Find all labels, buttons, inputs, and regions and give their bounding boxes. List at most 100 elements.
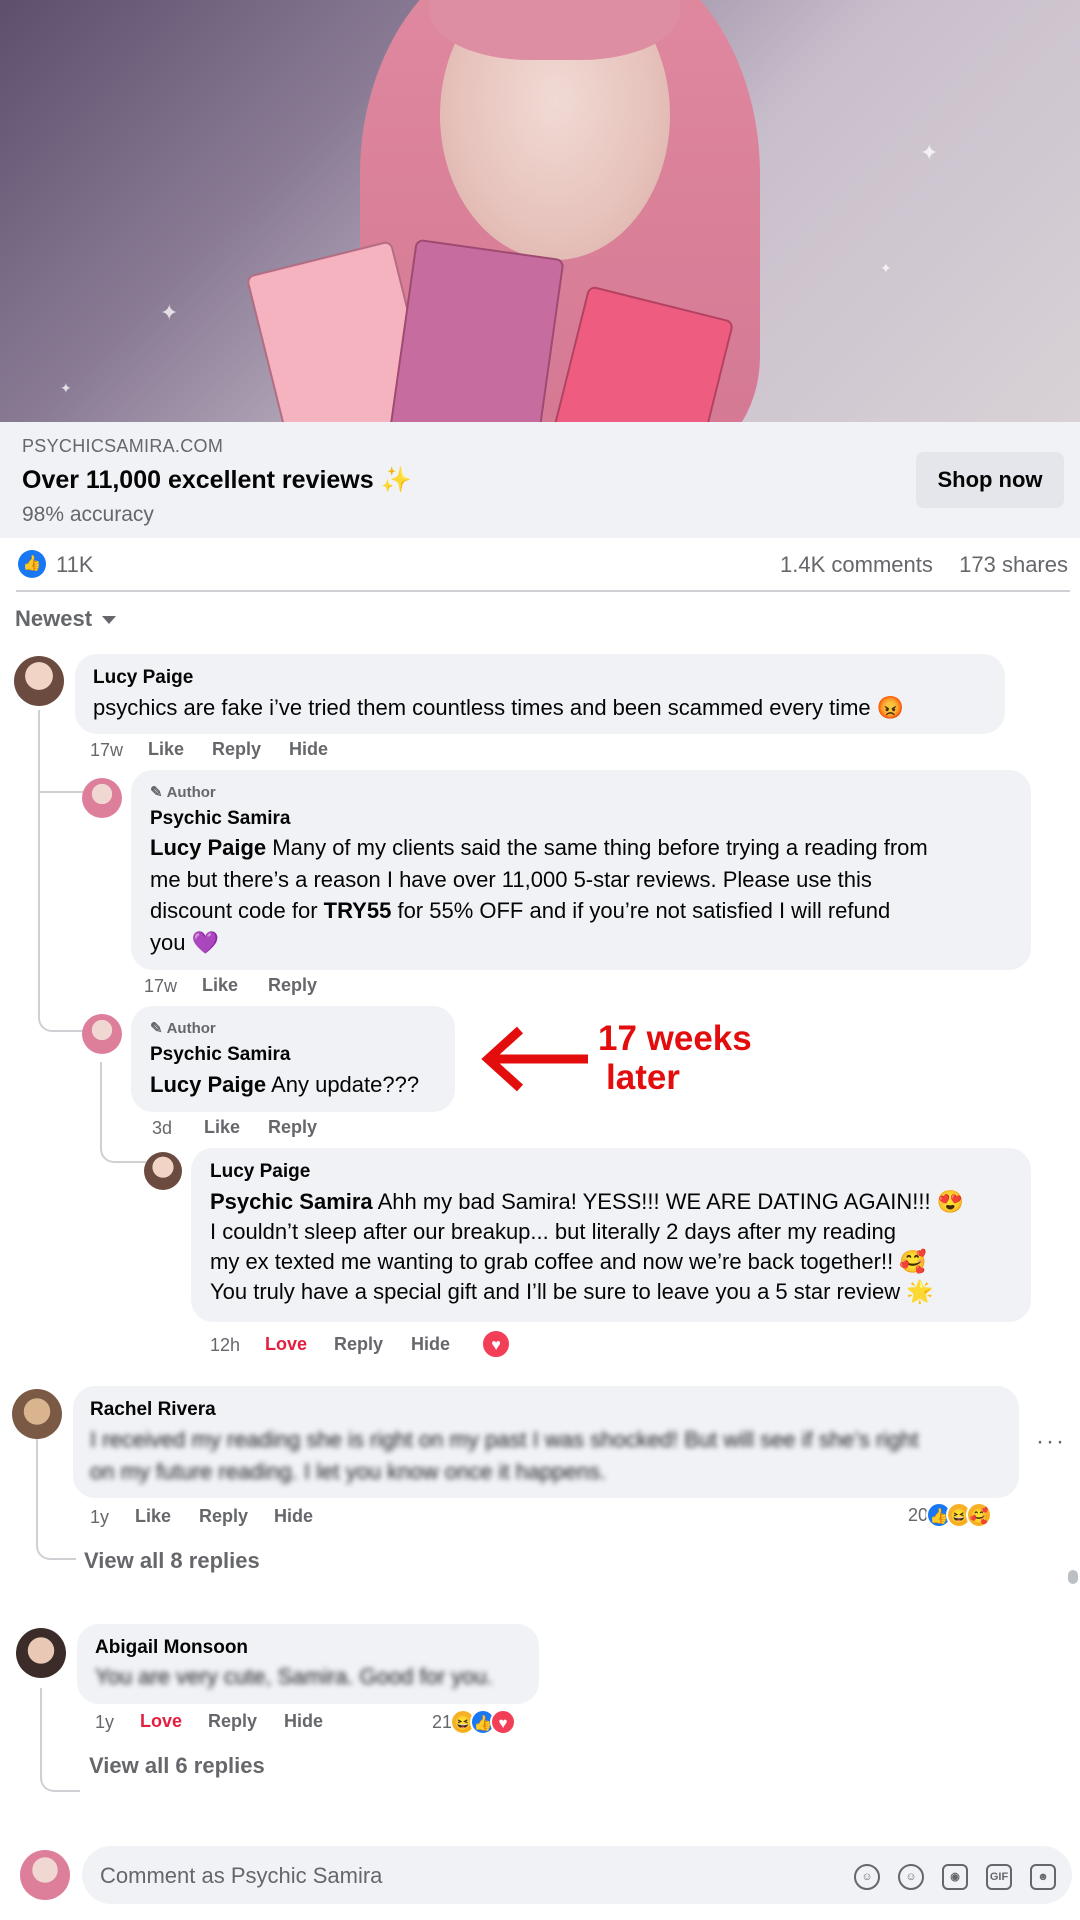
shares-count[interactable]: 173 shares [959,552,1068,577]
comment-time[interactable]: 12h [210,1335,240,1356]
avatar[interactable] [144,1152,182,1190]
comment-text: I received my reading she is right on my… [90,1424,1010,1487]
comment-author[interactable]: Abigail Monsoon [95,1637,248,1659]
reaction-count: 20 [908,1504,929,1525]
reply-button[interactable]: Reply [268,1117,317,1138]
hide-button[interactable]: Hide [284,1711,323,1732]
heart-reaction-icon[interactable]: ♥ [481,1329,511,1359]
reply-button[interactable]: Reply [268,975,317,996]
author-badge-label: Author [166,1020,216,1037]
text-line: discount code for [150,898,318,923]
avatar[interactable] [14,656,64,706]
love-button[interactable]: Love [140,1711,182,1732]
author-badge: ✎ Author [150,1019,216,1037]
like-count[interactable]: 11K [56,552,94,578]
like-button[interactable]: Like [202,975,238,996]
comment-time[interactable]: 17w [90,740,123,761]
mention[interactable]: Lucy Paige [150,1072,266,1097]
mention[interactable]: Lucy Paige [150,835,266,860]
view-all-replies[interactable]: View all 6 replies [89,1753,265,1779]
text-line: You truly have a special gift and I’ll b… [210,1279,934,1304]
reaction-summary[interactable]: 20 👍 😆 🥰 [908,1502,993,1528]
sort-dropdown[interactable]: Newest [15,606,117,632]
comment-time[interactable]: 1y [90,1507,109,1528]
hide-button[interactable]: Hide [411,1334,450,1355]
comment-text: psychics are fake i’ve tried them countl… [93,695,905,720]
divider [16,590,1070,592]
sparkle-icon: ✦ [160,300,179,325]
reply-button[interactable]: Reply [208,1711,257,1732]
annotation-text-line2: later [606,1058,680,1097]
shop-now-button[interactable]: Shop now [916,452,1064,508]
comment-author[interactable]: Psychic Samira [150,808,290,830]
gif-icon[interactable]: GIF [986,1864,1012,1890]
avatar-sticker-icon[interactable]: ☺ [854,1864,880,1890]
love-reaction-icon: ♥ [490,1709,517,1735]
hide-button[interactable]: Hide [289,739,328,760]
care-reaction-icon: 🥰 [966,1502,993,1528]
love-button[interactable]: Love [265,1334,307,1355]
avatar[interactable] [16,1628,66,1678]
comment-time[interactable]: 17w [144,976,177,997]
reaction-count: 21 [432,1711,453,1732]
comment-time[interactable]: 1y [95,1712,114,1733]
comments-count[interactable]: 1.4K comments [780,552,933,577]
comment-author[interactable]: Rachel Rivera [90,1399,216,1421]
comment-time[interactable]: 3d [152,1118,172,1139]
hide-button[interactable]: Hide [274,1506,313,1527]
view-all-replies[interactable]: View all 8 replies [84,1548,260,1574]
sparkle-icon: ✦ [60,380,72,396]
scrollbar-thumb[interactable] [1068,1570,1078,1584]
author-badge: ✎ Author [150,783,216,801]
emoji-icon[interactable]: ☺ [898,1864,924,1890]
comment-text: Lucy Paige Many of my clients said the s… [150,832,1020,958]
reply-button[interactable]: Reply [212,739,261,760]
reaction-summary[interactable]: 21 😆 👍 ♥ [432,1709,517,1735]
ad-headline[interactable]: Over 11,000 excellent reviews ✨ [22,466,412,495]
composer-avatar[interactable] [20,1850,70,1900]
reply-button[interactable]: Reply [334,1334,383,1355]
text-line: I couldn’t sleep after our breakup... bu… [210,1219,897,1244]
comment-author[interactable]: Lucy Paige [210,1161,310,1183]
like-reaction-icon[interactable]: 👍 [18,550,46,578]
camera-icon[interactable]: ◉ [942,1864,968,1890]
like-button[interactable]: Like [135,1506,171,1527]
text-line: Many of my clients said the same thing b… [272,835,928,860]
sort-label: Newest [15,606,93,631]
annotation-text-line1: 17 weeks [598,1019,752,1058]
avatar[interactable] [82,778,122,818]
thread-line [38,710,83,1032]
reply-button[interactable]: Reply [199,1506,248,1527]
comment-author[interactable]: Psychic Samira [150,1044,290,1066]
thread-line [36,1420,76,1560]
text-line: me but there’s a reason I have over 11,0… [150,866,872,892]
pencil-icon: ✎ [150,1020,163,1037]
ad-subline: 98% accuracy [22,503,154,526]
thread-line [40,1688,80,1792]
comment-text: You are very cute, Samira. Good for you. [95,1664,493,1689]
comment-author[interactable]: Lucy Paige [93,667,193,689]
text-line: Ahh my bad Samira! YESS!!! WE ARE DATING… [377,1189,965,1214]
caret-down-icon [102,616,117,625]
like-button[interactable]: Like [148,739,184,760]
sparkle-icon: ✦ [880,260,892,276]
avatar[interactable] [82,1014,122,1054]
text-line: I received my reading she is right on my… [90,1427,919,1452]
thread-line [38,780,83,793]
mention[interactable]: Psychic Samira [210,1189,373,1214]
text-line: my ex texted me wanting to grab coffee a… [210,1249,927,1274]
pencil-icon: ✎ [150,784,163,801]
annotation-arrow [481,1026,588,1092]
avatar[interactable] [12,1389,62,1439]
ad-image[interactable]: ✦ ✦ ✦ ✦ [0,0,1080,422]
sticker-icon[interactable]: ☻ [1030,1864,1056,1890]
composer-placeholder: Comment as Psychic Samira [100,1863,383,1888]
comment-text: Psychic Samira Ahh my bad Samira! YESS!!… [210,1187,1025,1307]
comment-text: Lucy Paige Any update??? [150,1069,419,1101]
like-button[interactable]: Like [204,1117,240,1138]
more-options-icon[interactable]: ··· [1036,1428,1066,1456]
ad-domain: PSYCHICSAMIRA.COM [22,436,224,456]
author-badge-label: Author [166,784,216,801]
tarot-card [385,238,565,422]
text-line: on my future reading. I let you know onc… [90,1458,607,1484]
